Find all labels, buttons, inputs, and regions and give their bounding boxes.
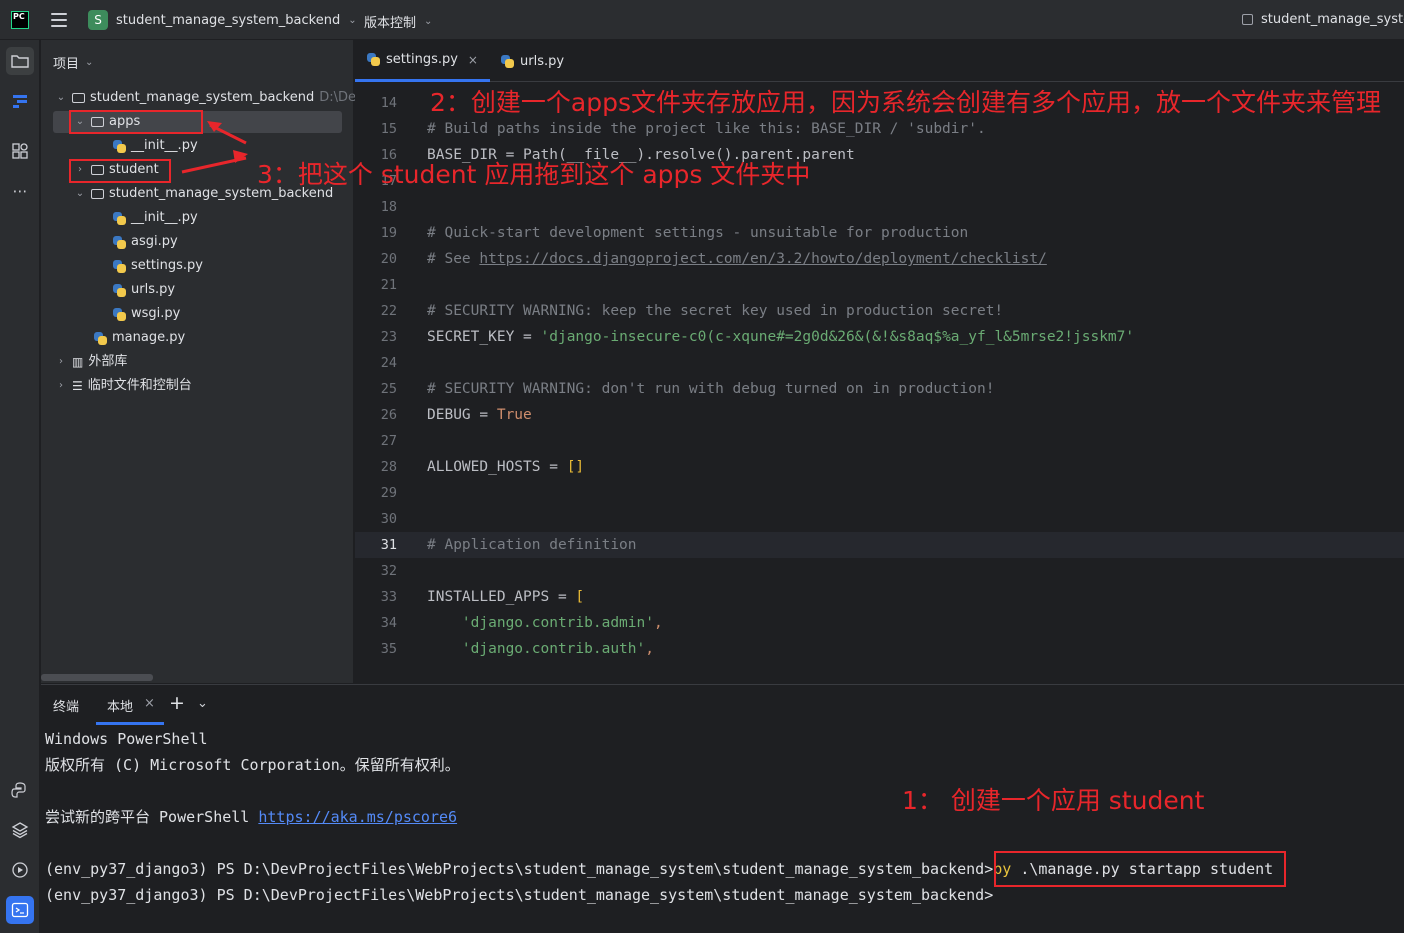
annotation-arrows: [181, 121, 248, 174]
